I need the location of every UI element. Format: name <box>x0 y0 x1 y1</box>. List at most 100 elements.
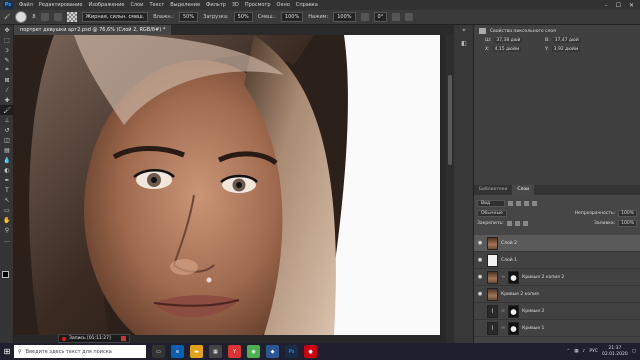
lock-all-icon[interactable] <box>522 220 528 226</box>
quick-select-tool-icon[interactable]: ✎ <box>0 55 14 65</box>
lock-position-icon[interactable] <box>514 220 520 226</box>
lock-pixels-icon[interactable] <box>506 220 512 226</box>
history-panel-icon[interactable]: ⌖ <box>454 25 474 37</box>
opacity-field[interactable]: 100% <box>618 209 637 217</box>
healing-brush-tool-icon[interactable]: ✚ <box>0 95 14 105</box>
blend-mode-dropdown[interactable]: Обычные <box>477 209 507 217</box>
chrome-icon[interactable]: ◉ <box>247 345 260 358</box>
document-tab[interactable]: портрет девушки арт2.psd @ 76,6% (Слой 2… <box>14 25 172 35</box>
stop-record-icon[interactable] <box>121 336 126 341</box>
layer-name[interactable]: Кривые 2 копия <box>501 292 539 297</box>
menu-3d[interactable]: 3D <box>229 2 242 8</box>
layer-name[interactable]: Кривые 2 <box>522 309 544 314</box>
lasso-tool-icon[interactable]: ↄ <box>0 45 14 55</box>
scroll-thumb[interactable] <box>448 75 452 165</box>
wet-field[interactable]: 50% <box>178 12 199 22</box>
menu-help[interactable]: Справка <box>293 2 321 8</box>
layer-row[interactable]: ● Слой 2 <box>474 235 640 252</box>
menu-edit[interactable]: Редактирование <box>36 2 86 8</box>
layer-name[interactable]: Кривые 2 копия 2 <box>522 275 564 280</box>
language-indicator[interactable]: РУС <box>589 349 598 354</box>
layer-name[interactable]: Слой 1 <box>501 258 517 263</box>
filter-adjust-icon[interactable] <box>516 200 521 206</box>
layer-row[interactable]: ⌇ ∞ Кривые 1 <box>474 320 640 337</box>
path-select-tool-icon[interactable]: ↖ <box>0 195 14 205</box>
menu-image[interactable]: Изображение <box>85 2 127 8</box>
filter-pixel-icon[interactable] <box>508 200 513 206</box>
mix-field[interactable]: 100% <box>280 12 304 22</box>
windows-start-icon[interactable]: ⊞ <box>0 343 14 360</box>
brush-settings-icon[interactable] <box>40 13 49 21</box>
type-tool-icon[interactable]: T <box>0 185 14 195</box>
shape-tool-icon[interactable]: ▭ <box>0 205 14 215</box>
layer-mask-thumbnail[interactable] <box>508 304 520 318</box>
history-brush-tool-icon[interactable]: ↺ <box>0 125 14 135</box>
pen-tool-icon[interactable]: ✒ <box>0 175 14 185</box>
eraser-tool-icon[interactable]: ◫ <box>0 135 14 145</box>
menu-type[interactable]: Текст <box>146 2 167 8</box>
menu-window[interactable]: Окно <box>274 2 293 8</box>
more-tools-icon[interactable]: … <box>0 235 14 245</box>
layer-name[interactable]: Кривые 1 <box>522 326 544 331</box>
taskbar-search-box[interactable]: ⚲ Введите здесь текст для поиска <box>14 345 146 358</box>
move-tool-icon[interactable]: ✥ <box>0 25 14 35</box>
crop-tool-icon[interactable]: ⌗ <box>0 65 14 75</box>
flow-field[interactable]: 100% <box>333 12 356 22</box>
tab-libraries[interactable]: Библиотеки <box>474 185 512 195</box>
menu-select[interactable]: Выделение <box>167 2 203 8</box>
layer-row[interactable]: ⌇ ∞ Кривые 2 <box>474 303 640 320</box>
sample-all-layers-icon[interactable] <box>392 13 401 21</box>
notifications-icon[interactable]: ▢ <box>632 349 636 354</box>
fill-field[interactable]: 100% <box>618 219 637 227</box>
layer-mask-thumbnail[interactable] <box>508 270 520 284</box>
mix-preset-dropdown[interactable]: Жирная, сильн. смеш. <box>81 12 149 22</box>
layer-row[interactable]: ● Кривые 2 копия <box>474 286 640 303</box>
menu-view[interactable]: Просмотр <box>242 2 274 8</box>
filter-shape-icon[interactable] <box>532 200 537 206</box>
hand-tool-icon[interactable]: ✋ <box>0 215 14 225</box>
height-field[interactable]: 37,47 дюй <box>552 38 581 43</box>
file-explorer-icon[interactable]: ▬ <box>190 345 203 358</box>
menu-layers[interactable]: Слои <box>127 2 146 8</box>
clock[interactable]: 21:37 02.01.2020 <box>602 346 628 358</box>
menu-filter[interactable]: Фильтр <box>203 2 229 8</box>
mixer-brush-tool-icon[interactable]: 🖌 <box>4 14 10 20</box>
zoom-tool-icon[interactable]: ⚲ <box>0 225 14 235</box>
visibility-eye-icon[interactable]: ● <box>476 291 484 297</box>
clean-brush-icon[interactable] <box>66 12 77 22</box>
marquee-tool-icon[interactable]: ⬚ <box>0 35 14 45</box>
visibility-eye-icon[interactable]: ● <box>476 274 484 280</box>
close-button[interactable]: ✕ <box>629 2 634 9</box>
tab-layers[interactable]: Слои <box>512 185 535 195</box>
visibility-eye-icon[interactable]: ● <box>476 257 484 263</box>
x-field[interactable]: 4,15 дюйм <box>492 47 522 52</box>
brush-preset-picker[interactable] <box>15 11 28 23</box>
width-field[interactable]: 37,38 дюй <box>494 38 523 43</box>
edge-icon[interactable]: e <box>171 345 184 358</box>
canvas[interactable] <box>14 35 440 335</box>
yandex-browser-icon[interactable]: Y <box>228 345 241 358</box>
layer-mask-thumbnail[interactable] <box>508 321 520 335</box>
blur-tool-icon[interactable]: 💧 <box>0 155 14 165</box>
layer-filter-dropdown[interactable]: Вид <box>477 199 505 207</box>
layer-row[interactable]: ● ∞ Кривые 2 копия 2 <box>474 269 640 286</box>
eyedropper-tool-icon[interactable]: ⁄ <box>0 85 14 95</box>
tray-arrow-icon[interactable]: ⌃ <box>566 349 570 354</box>
clone-stamp-tool-icon[interactable]: ⊥ <box>0 115 14 125</box>
y-field[interactable]: 3,92 дюйм <box>551 47 581 52</box>
recorder-taskbar-icon[interactable]: ● <box>304 345 317 358</box>
screen-recorder-badge[interactable]: Запись [01:11:27] <box>58 334 130 343</box>
maximize-button[interactable]: ☐ <box>616 2 621 9</box>
store-icon[interactable]: ▦ <box>209 345 222 358</box>
adjustments-panel-icon[interactable]: ◧ <box>454 37 474 49</box>
brush-tool-icon[interactable]: 🖌 <box>0 105 14 115</box>
canvas-vertical-scrollbar[interactable] <box>446 35 454 343</box>
volume-icon[interactable]: ♪ <box>582 349 585 354</box>
load-field[interactable]: 50% <box>233 12 253 22</box>
current-load-swatch-icon[interactable] <box>53 13 62 21</box>
visibility-eye-icon[interactable]: ● <box>476 240 484 246</box>
task-view-icon[interactable]: ▭ <box>152 345 165 358</box>
dodge-tool-icon[interactable]: ◐ <box>0 165 14 175</box>
photoshop-taskbar-icon[interactable]: Ps <box>285 345 298 358</box>
filter-type-icon[interactable] <box>524 200 529 206</box>
